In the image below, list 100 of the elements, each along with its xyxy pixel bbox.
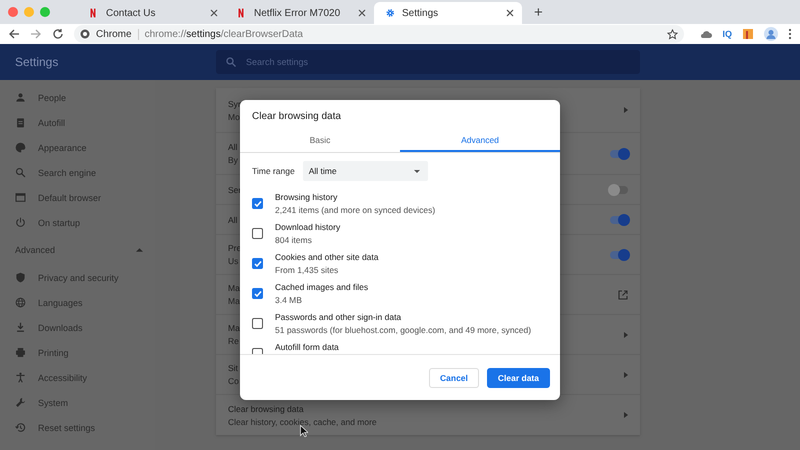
option-label: Cached images and files: [275, 282, 368, 292]
sidebar-item[interactable]: Reset settings: [0, 415, 155, 440]
toggle-switch[interactable]: [610, 150, 628, 158]
printer-icon: [15, 347, 26, 358]
search-icon: [15, 167, 26, 178]
close-icon[interactable]: [358, 9, 366, 17]
cloud-icon[interactable]: [700, 29, 712, 39]
more-menu-icon[interactable]: [788, 28, 792, 40]
extension-button[interactable]: IQ: [722, 29, 732, 39]
option-detail: 804 items: [275, 235, 313, 245]
dialog-tab[interactable]: Advanced: [400, 130, 560, 152]
option-label: Cookies and other site data: [275, 252, 378, 262]
option-detail: 2,241 items (and more on synced devices): [275, 205, 436, 215]
sidebar-item[interactable]: System: [0, 390, 155, 415]
arrow-right-icon[interactable]: [624, 412, 628, 418]
sidebar-item[interactable]: On startup: [0, 210, 155, 235]
setting-title: Ser: [228, 184, 242, 194]
reload-icon[interactable]: [52, 28, 64, 40]
option-detail: 51 passwords (for bluehost.com, google.com, and 49 more, synced): [275, 325, 532, 335]
sidebar-item[interactable]: Downloads: [0, 315, 155, 340]
extension-icon[interactable]: [742, 28, 754, 40]
cancel-button[interactable]: Cancel: [429, 368, 479, 388]
toggle-switch[interactable]: [610, 250, 628, 258]
download-icon: [15, 322, 26, 333]
sidebar-item[interactable]: People: [0, 85, 155, 110]
site-label: Chrome: [96, 28, 139, 40]
checkbox[interactable]: [252, 288, 263, 299]
setting-title: All: [228, 142, 238, 152]
option-detail: From 1,435 sites: [275, 265, 340, 275]
browser-tab[interactable]: Settings: [374, 2, 522, 24]
settings-title: Settings: [14, 55, 60, 69]
history-icon: [15, 422, 26, 433]
checkbox[interactable]: [252, 228, 263, 239]
checkbox[interactable]: [252, 258, 263, 269]
arrow-right-icon[interactable]: [624, 107, 628, 113]
close-icon[interactable]: [210, 9, 218, 17]
globe-icon: [15, 297, 26, 308]
option-label: Autofill form data: [275, 342, 339, 352]
toggle-switch[interactable]: [610, 216, 628, 224]
clear-data-button[interactable]: Clear data: [486, 368, 550, 388]
setting-title: Ma: [228, 323, 240, 333]
time-range-dropdown[interactable]: All time: [302, 161, 428, 181]
option-detail: 3.4 MB: [275, 295, 303, 305]
palette-icon: [15, 142, 26, 153]
arrow-right-icon[interactable]: [624, 372, 628, 378]
advanced-section-label[interactable]: Advanced: [15, 245, 56, 255]
person-icon: [15, 92, 26, 103]
chrome-logo-icon: [80, 29, 90, 39]
mouse-pointer-icon: [300, 425, 308, 437]
back-icon[interactable]: [8, 28, 20, 40]
option-label: Download history: [275, 222, 340, 232]
sidebar-item[interactable]: Languages: [0, 290, 155, 315]
setting-description: Re: [228, 336, 240, 346]
star-icon[interactable]: [667, 28, 678, 40]
time-range-label: Time range: [252, 166, 295, 176]
setting-description: Ma: [228, 296, 240, 306]
setting-title: Sit: [228, 363, 238, 373]
sidebar-item[interactable]: Default browser: [0, 185, 155, 210]
address-bar[interactable]: Chrome chrome://settings/clearBrowserData: [74, 25, 684, 43]
caret-icon[interactable]: [136, 248, 143, 252]
browser-tab[interactable]: Netflix Error M7020: [226, 2, 374, 24]
browser-window-icon: [15, 192, 26, 203]
option-label: Browsing history: [275, 192, 338, 202]
checkbox[interactable]: [252, 198, 263, 209]
setting-title: Ma: [228, 283, 240, 293]
sidebar-item[interactable]: Appearance: [0, 135, 155, 160]
setting-description: By: [228, 155, 238, 165]
power-icon: [15, 217, 26, 228]
dialog-tab[interactable]: Basic: [240, 130, 400, 152]
dropdown-caret-icon: [414, 170, 420, 172]
new-tab-button[interactable]: +: [530, 4, 547, 21]
setting-description: Clear history, cookies, cache, and more: [228, 416, 377, 426]
external-link-icon[interactable]: [618, 290, 628, 300]
close-icon[interactable]: [506, 9, 514, 17]
sidebar-item[interactable]: Privacy and security: [0, 265, 155, 290]
arrow-right-icon[interactable]: [624, 332, 628, 338]
netflix-n-icon: [236, 8, 246, 18]
checkbox[interactable]: [252, 318, 263, 329]
toggle-switch[interactable]: [610, 186, 628, 194]
gear-icon: [384, 8, 394, 18]
setting-title: Clear browsing data: [228, 404, 304, 414]
setting-title: All: [228, 214, 238, 224]
setting-description: Us: [228, 256, 240, 266]
netflix-n-icon: [88, 8, 98, 18]
accessibility-icon: [15, 372, 26, 383]
setting-description: Co: [228, 376, 239, 386]
wrench-icon: [15, 397, 26, 408]
sidebar-item[interactable]: Printing: [0, 340, 155, 365]
url-text: chrome://settings/clearBrowserData: [144, 28, 304, 40]
sidebar-item[interactable]: Accessibility: [0, 365, 155, 390]
search-field[interactable]: Search settings: [216, 50, 640, 74]
profile-avatar-icon[interactable]: [764, 27, 778, 41]
clipboard-icon: [15, 117, 26, 128]
forward-icon[interactable]: [30, 28, 42, 40]
sidebar-item[interactable]: Autofill: [0, 110, 155, 135]
dialog-title: Clear browsing data: [251, 110, 342, 124]
browser-tab[interactable]: Contact Us: [78, 2, 226, 24]
setting-description: Mo: [228, 112, 241, 122]
search-icon: [226, 57, 236, 67]
sidebar-item[interactable]: Search engine: [0, 160, 155, 185]
